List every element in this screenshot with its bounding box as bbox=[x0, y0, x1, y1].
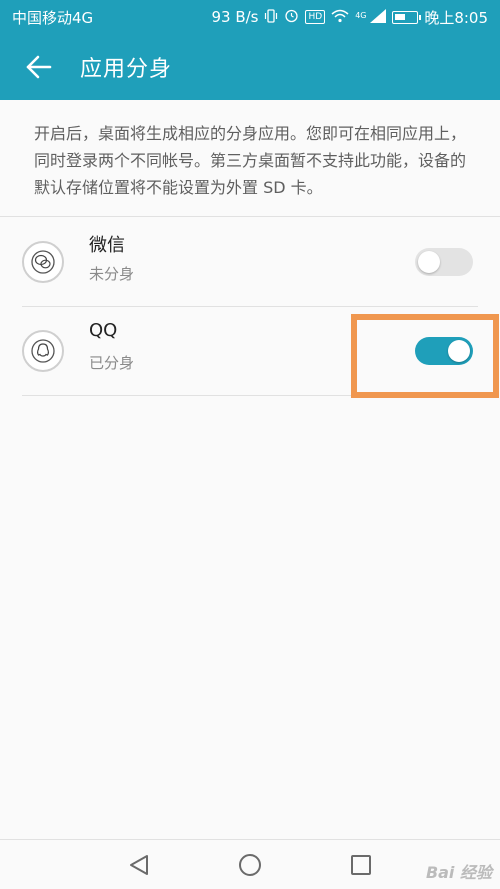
nav-recent-button[interactable] bbox=[346, 851, 376, 879]
status-bar-right: 93 B/s HD 4G 晚上8:05 bbox=[211, 7, 488, 28]
alarm-icon bbox=[284, 8, 299, 26]
signal-label: 4G bbox=[355, 10, 367, 20]
page-title: 应用分身 bbox=[80, 57, 173, 82]
nav-home-button[interactable] bbox=[235, 851, 265, 879]
app-name: QQ bbox=[89, 320, 118, 341]
carrier-label: 中国移动4G bbox=[12, 8, 94, 27]
app-row-wechat: 微信 未分身 bbox=[0, 217, 500, 307]
clone-toggle-wechat[interactable] bbox=[415, 248, 473, 276]
triangle-back-icon bbox=[130, 855, 148, 875]
back-button[interactable] bbox=[12, 40, 66, 94]
status-bar: 中国移动4G 93 B/s HD 4G 晚上8:05 bbox=[0, 0, 500, 34]
toggle-knob bbox=[418, 251, 440, 273]
hd-badge: HD bbox=[305, 10, 326, 24]
battery-icon bbox=[392, 10, 422, 24]
circle-home-icon bbox=[239, 854, 261, 876]
arrow-left-icon bbox=[26, 55, 52, 79]
qq-icon bbox=[22, 330, 64, 372]
vibrate-icon bbox=[264, 8, 278, 26]
nav-back-button[interactable] bbox=[124, 851, 154, 879]
highlight-box bbox=[351, 314, 499, 398]
signal-icon: 4G bbox=[355, 8, 387, 26]
clone-status: 未分身 bbox=[89, 265, 135, 283]
network-speed: 93 B/s bbox=[211, 8, 259, 26]
app-name: 微信 bbox=[89, 235, 125, 256]
wifi-icon bbox=[331, 9, 349, 26]
app-bar: 应用分身 bbox=[0, 34, 500, 100]
wechat-icon bbox=[22, 241, 64, 283]
clone-status: 已分身 bbox=[89, 354, 135, 372]
watermark: Bai 经验 bbox=[425, 863, 492, 882]
clock: 晚上8:05 bbox=[424, 8, 488, 27]
feature-description: 开启后，桌面将生成相应的分身应用。您即可在相同应用上，同时登录两个不同帐号。第三… bbox=[34, 124, 467, 197]
square-recent-icon bbox=[351, 855, 371, 875]
